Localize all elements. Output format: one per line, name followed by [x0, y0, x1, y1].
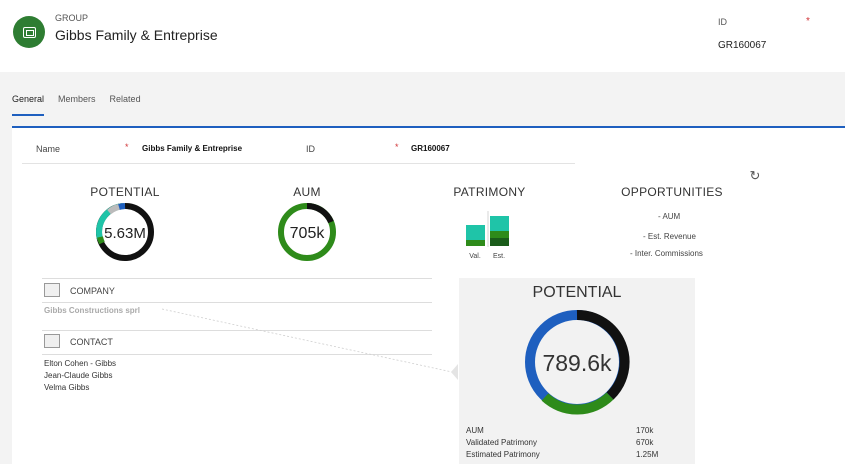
- entity-type: GROUP: [55, 13, 89, 23]
- patrimony-kpi-title: PATRIMONY: [453, 185, 526, 199]
- patrimony-bar-val-top: [466, 225, 485, 240]
- patrimony-bar-est-bottom: [490, 238, 509, 246]
- name-label: Name: [36, 144, 61, 154]
- tab-general[interactable]: General: [12, 92, 45, 116]
- header-id-required-marker: *: [806, 16, 810, 27]
- tab-bar: General Members Related: [0, 92, 155, 116]
- company-top-divider: [42, 278, 432, 279]
- potential-donut-green: [97, 236, 105, 245]
- patrimony-bar-val-bottom: [466, 240, 485, 246]
- tab-members[interactable]: Members: [58, 92, 96, 116]
- potential-donut-blue: [118, 203, 126, 210]
- popup-row-value: 170k: [636, 426, 654, 435]
- contact-icon: [44, 334, 60, 348]
- aum-donut-value: 705k: [290, 225, 326, 242]
- opportunities-legend-commissions: - Inter. Commissions: [630, 249, 703, 258]
- id-label: ID: [306, 144, 315, 154]
- opportunities-legend-aum: - AUM: [658, 212, 681, 221]
- potential-popup: POTENTIAL 789.6k AUM 170k Validated Patr…: [459, 278, 695, 464]
- patrimony-bar-chart[interactable]: Val. Est.: [464, 211, 516, 261]
- potential-donut-value: 5.63M: [104, 225, 146, 242]
- popup-donut-chart[interactable]: 789.6k: [521, 306, 633, 418]
- id-field[interactable]: GR160067: [411, 144, 450, 153]
- popup-row-label: Estimated Patrimony: [466, 450, 540, 459]
- potential-donut-chart[interactable]: 5.63M: [94, 201, 156, 263]
- popup-donut-value: 789.6k: [542, 350, 612, 376]
- aum-donut-dark: [306, 203, 334, 224]
- patrimony-bar-est-top: [490, 216, 509, 231]
- popup-row-value: 670k: [636, 438, 654, 447]
- popup-title: POTENTIAL: [532, 284, 622, 301]
- name-field[interactable]: Gibbs Family & Entreprise: [142, 144, 242, 153]
- opportunities-kpi-title: OPPORTUNITIES: [621, 185, 723, 199]
- popup-row-label: Validated Patrimony: [466, 438, 537, 447]
- contact-item[interactable]: Elton Cohen - Gibbs: [44, 359, 116, 368]
- refresh-icon[interactable]: ↻: [748, 169, 762, 183]
- patrimony-label-est: Est.: [493, 253, 505, 260]
- name-id-row: Name * Gibbs Family & Entreprise ID * GR…: [22, 134, 575, 164]
- header-id-value[interactable]: GR160067: [718, 40, 766, 51]
- patrimony-bar-est-mid: [490, 231, 509, 238]
- name-required-marker: *: [125, 142, 129, 152]
- contact-item[interactable]: Velma Gibbs: [44, 383, 89, 392]
- company-bottom-divider: [42, 302, 432, 303]
- popup-pointer: [451, 364, 458, 380]
- group-entity-icon: [13, 16, 45, 48]
- record-header: GROUP Gibbs Family & Entreprise ID * GR1…: [0, 0, 845, 72]
- tab-related[interactable]: Related: [110, 92, 141, 116]
- popup-connector-line: [162, 308, 453, 373]
- patrimony-label-val: Val.: [469, 253, 481, 260]
- contact-section-title: CONTACT: [70, 337, 113, 347]
- contact-item[interactable]: Jean-Claude Gibbs: [44, 371, 112, 380]
- general-form-card: Name * Gibbs Family & Entreprise ID * GR…: [12, 126, 845, 464]
- popup-row-value: 1.25M: [636, 450, 659, 459]
- company-link[interactable]: Gibbs Constructions sprl: [44, 306, 140, 315]
- popup-row-label: AUM: [466, 426, 484, 435]
- company-section-title: COMPANY: [70, 286, 115, 296]
- aum-donut-chart[interactable]: 705k: [276, 201, 338, 263]
- aum-kpi-title: AUM: [293, 185, 321, 199]
- entity-name: Gibbs Family & Entreprise: [55, 27, 218, 43]
- id-required-marker: *: [395, 142, 399, 152]
- potential-kpi-title: POTENTIAL: [90, 185, 160, 199]
- opportunities-legend-revenue: - Est. Revenue: [643, 232, 696, 241]
- header-id-label: ID: [718, 17, 727, 27]
- company-icon: [44, 283, 60, 297]
